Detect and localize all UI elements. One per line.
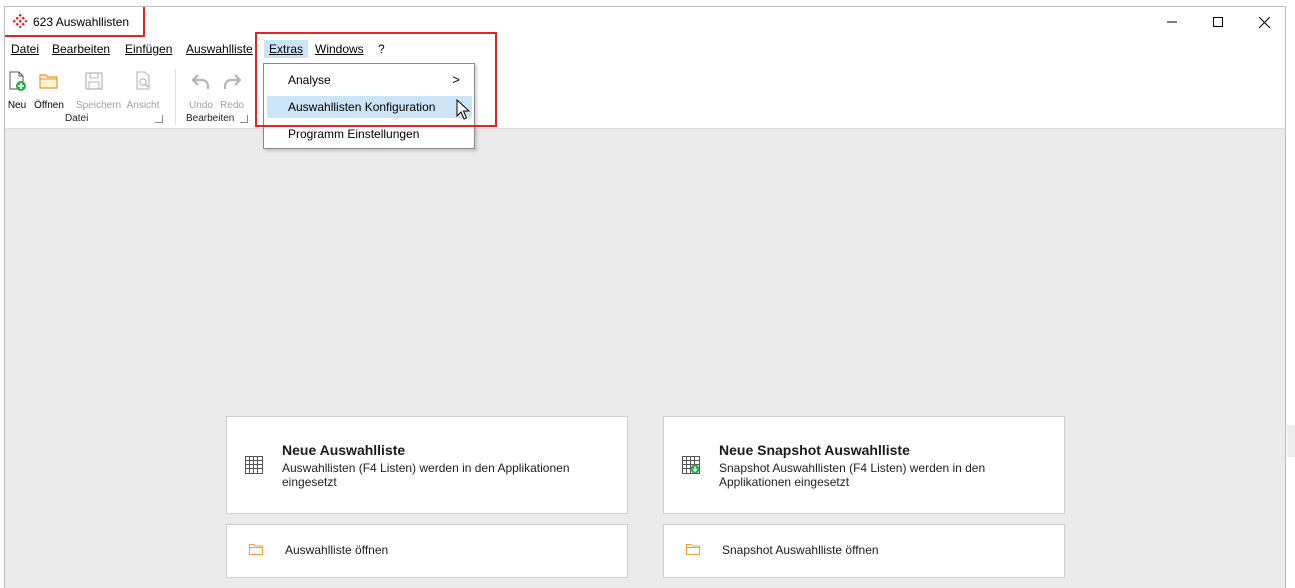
redo-icon <box>223 74 242 89</box>
undo-icon <box>191 74 210 89</box>
save-button[interactable]: Speichern <box>76 65 121 111</box>
chevron-right-icon: > <box>452 72 460 87</box>
menu-windows[interactable]: Windows <box>312 40 367 58</box>
close-button[interactable] <box>1241 7 1285 37</box>
menu-item-programm-einstellungen[interactable]: Programm Einstellungen <box>267 123 472 145</box>
menu-auswahlliste[interactable]: Auswahlliste <box>183 40 256 58</box>
grid-snapshot-icon <box>682 456 700 474</box>
menu-bearbeiten[interactable]: Bearbeiten <box>49 40 113 58</box>
start-page: Neue Auswahlliste Auswahllisten (F4 List… <box>5 128 1285 588</box>
background-desktop-strip <box>1287 0 1295 588</box>
save-icon <box>85 72 103 90</box>
folder-icon <box>249 544 263 555</box>
menu-item-analyse[interactable]: Analyse > <box>267 69 472 91</box>
dialog-launcher-icon[interactable] <box>155 115 163 123</box>
ribbon-group-separator <box>175 69 176 125</box>
menu-help[interactable]: ? <box>375 40 388 58</box>
folder-icon <box>39 74 58 89</box>
menu-item-auswahllisten-konfiguration[interactable]: Auswahllisten Konfiguration <box>267 96 472 118</box>
new-list-title: Neue Auswahlliste <box>282 442 406 458</box>
open-button[interactable]: Öffnen <box>31 65 67 111</box>
new-list-card[interactable]: Neue Auswahlliste Auswahllisten (F4 List… <box>226 416 628 514</box>
ribbon-toolbar: Neu Öffnen Speichern Ansicht Datei Undo … <box>5 65 1285 128</box>
new-list-description: Auswahllisten (F4 Listen) werden in den … <box>282 461 570 489</box>
mouse-cursor-icon <box>456 99 470 120</box>
background-band <box>1287 425 1295 457</box>
app-logo-icon <box>13 14 27 28</box>
menu-extras[interactable]: Extras <box>264 40 309 58</box>
ribbon-group-datei-label: Datei <box>65 113 89 124</box>
extras-dropdown-menu: Analyse > Auswahllisten Konfiguration Pr… <box>263 63 475 149</box>
menu-bar: Datei Bearbeiten Einfügen Auswahlliste E… <box>5 40 1285 58</box>
redo-button[interactable]: Redo <box>214 65 250 111</box>
open-list-card[interactable]: Auswahlliste öffnen <box>226 524 628 578</box>
preview-icon <box>136 71 150 90</box>
new-snapshot-card[interactable]: Neue Snapshot Auswahlliste Snapshot Ausw… <box>663 416 1065 514</box>
minimize-icon <box>1167 21 1177 23</box>
window-title: 623 Auswahllisten <box>33 15 130 29</box>
open-list-label: Auswahlliste öffnen <box>285 543 389 557</box>
open-snapshot-label: Snapshot Auswahlliste öffnen <box>722 543 879 557</box>
dialog-launcher-icon[interactable] <box>240 115 248 123</box>
new-snapshot-title: Neue Snapshot Auswahlliste <box>719 442 910 458</box>
app-window: 623 Auswahllisten Datei Bearbeiten Einfü… <box>4 6 1286 588</box>
ribbon-group-bearbeiten-label: Bearbeiten <box>186 113 235 124</box>
maximize-button[interactable] <box>1195 7 1241 37</box>
minimize-button[interactable] <box>1149 7 1195 37</box>
new-file-icon <box>9 71 26 91</box>
folder-icon <box>686 544 700 555</box>
title-bar: 623 Auswahllisten <box>5 7 1285 37</box>
maximize-icon <box>1213 17 1223 27</box>
grid-icon <box>245 456 263 474</box>
open-snapshot-card[interactable]: Snapshot Auswahlliste öffnen <box>663 524 1065 578</box>
menu-einfuegen[interactable]: Einfügen <box>122 40 175 58</box>
preview-button[interactable]: Ansicht <box>125 65 161 111</box>
close-icon <box>1258 16 1270 28</box>
new-snapshot-description: Snapshot Auswahllisten (F4 Listen) werde… <box>719 461 986 489</box>
menu-datei[interactable]: Datei <box>8 40 42 58</box>
